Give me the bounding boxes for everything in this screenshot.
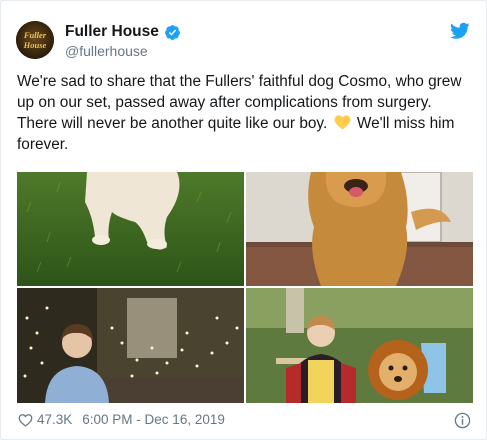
timestamp[interactable]: 6:00 PM - Dec 16, 2019 [82, 412, 225, 427]
info-icon[interactable] [454, 412, 471, 429]
like-count[interactable]: 47.3K [37, 412, 72, 427]
twitter-bird-icon[interactable] [450, 22, 470, 40]
svg-text:House: House [23, 40, 47, 50]
svg-text:Fuller: Fuller [23, 30, 47, 40]
name-row[interactable]: Fuller House [65, 23, 181, 41]
fuller-house-logo: Fuller House [16, 21, 54, 59]
handle[interactable]: @fullerhouse [65, 43, 148, 59]
dog-on-grass-photo[interactable] [17, 172, 244, 286]
tweet-text: We're sad to share that the Fullers' fai… [17, 71, 475, 155]
boy-and-dog-lion-costume-photo[interactable] [246, 288, 473, 403]
verified-badge-icon [164, 24, 180, 40]
display-name[interactable]: Fuller House [65, 23, 159, 41]
boy-with-string-lights-photo[interactable] [17, 288, 244, 403]
heart-outline-icon[interactable] [18, 413, 33, 427]
tweet-footer: 47.3K 6:00 PM - Dec 16, 2019 [18, 412, 225, 427]
media-grid [17, 172, 473, 403]
tweet-card: Fuller House Fuller House @fullerhouse W… [0, 0, 487, 440]
avatar[interactable]: Fuller House [16, 21, 54, 59]
golden-retriever-indoors-photo[interactable] [246, 172, 473, 286]
yellow-heart-emoji-icon [334, 115, 350, 130]
